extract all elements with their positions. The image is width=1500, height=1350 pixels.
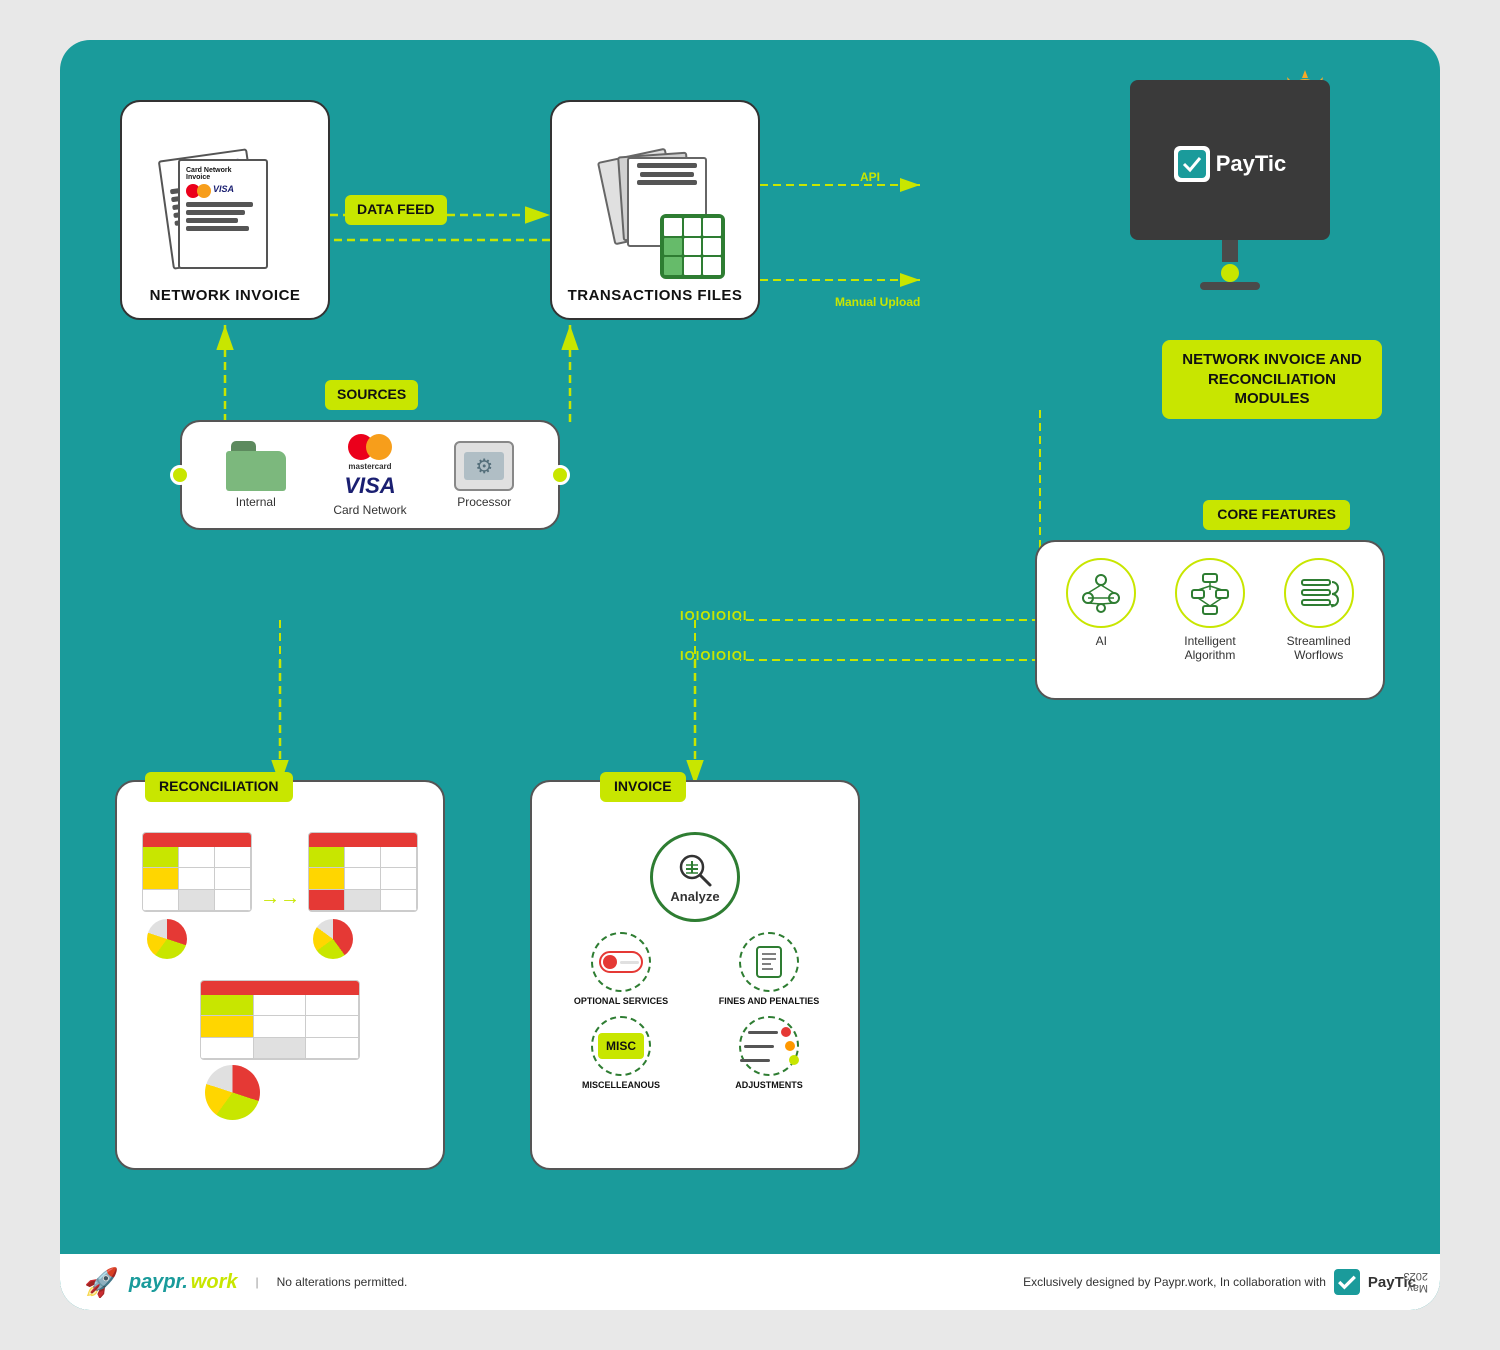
analyze-icon bbox=[676, 851, 714, 889]
sources-label: SOURCES bbox=[325, 380, 418, 410]
recon-ss1 bbox=[142, 832, 252, 912]
cf-workflow: Streamlined Worflows bbox=[1274, 558, 1364, 662]
transactions-box: TRANSACTIONS FILES bbox=[550, 100, 760, 320]
data-feed-label: DATA FEED bbox=[345, 195, 447, 225]
footer-exclusively: Exclusively designed by Paypr.work, In c… bbox=[1023, 1275, 1326, 1289]
transactions-icon bbox=[585, 149, 725, 279]
recon-ss3 bbox=[200, 980, 360, 1060]
recon-box: →→ bbox=[115, 780, 445, 1170]
paytic-logo: PayTic bbox=[1174, 146, 1287, 182]
recon-spreadsheet-3 bbox=[200, 980, 360, 1125]
optional-services-item: OPTIONAL SERVICES bbox=[552, 932, 690, 1006]
rocket-icon: 🚀 bbox=[84, 1266, 119, 1299]
core-features-label: CORE FEATURES bbox=[1203, 500, 1350, 530]
invoice-icon: VISA Card NetworkInvoice VISA bbox=[160, 149, 290, 279]
api-label: API bbox=[860, 170, 880, 184]
nirm-text: NETWORK INVOICE AND RECONCILIATION MODUL… bbox=[1182, 351, 1361, 407]
paytic-monitor: PayTic bbox=[1120, 80, 1340, 330]
adj-row-2 bbox=[744, 1041, 795, 1051]
recon-spreadsheet-2 bbox=[308, 832, 418, 964]
source-card-network: mastercard VISA Card Network bbox=[333, 434, 406, 517]
folder-tab bbox=[231, 441, 256, 451]
network-invoice-box: VISA Card NetworkInvoice VISA bbox=[120, 100, 330, 320]
recon-spreadsheet-1 bbox=[142, 832, 252, 964]
toggle-dot bbox=[603, 955, 617, 969]
folder-body bbox=[226, 451, 286, 491]
fines-penalties-item: FINES AND PENALTIES bbox=[700, 932, 838, 1006]
binary-text-1: IOIOIOIOI bbox=[680, 608, 748, 623]
processor-icon: ⚙ bbox=[454, 441, 514, 491]
cf-ai-icon bbox=[1066, 558, 1136, 628]
footer-right: Exclusively designed by Paypr.work, In c… bbox=[1023, 1269, 1416, 1295]
monitor-dot bbox=[1221, 264, 1239, 282]
recon-arrow-icon: →→ bbox=[260, 887, 300, 910]
footer-paytic-icon bbox=[1334, 1269, 1360, 1295]
folder-icon bbox=[226, 441, 286, 491]
toggle-line bbox=[620, 961, 639, 964]
cf-algo: Intelligent Algorithm bbox=[1165, 558, 1255, 662]
paytic-text: PayTic bbox=[1216, 151, 1287, 177]
recon-pie-3 bbox=[205, 1065, 260, 1120]
invoice-page-front: Card NetworkInvoice VISA bbox=[178, 159, 268, 269]
network-invoice-label: NETWORK INVOICE bbox=[150, 287, 301, 304]
sources-box: Internal mastercard VISA Card Network ⚙ … bbox=[180, 420, 560, 530]
footer-date: May 2023 bbox=[1400, 1270, 1428, 1294]
invoice-main-label: INVOICE bbox=[600, 772, 686, 802]
recon-spreadsheets-row: →→ bbox=[132, 832, 428, 964]
footer-no-alter: No alterations permitted. bbox=[277, 1275, 408, 1289]
adj-row-3 bbox=[740, 1055, 799, 1065]
binary-text-2: IOIOIOIOI bbox=[680, 648, 748, 663]
adj-row-1 bbox=[748, 1027, 791, 1037]
payprwork-logo: paypr. work bbox=[129, 1271, 238, 1294]
document-icon bbox=[751, 944, 787, 980]
proc-screen: ⚙ bbox=[464, 452, 504, 480]
paytic-checkmark-icon bbox=[1174, 146, 1210, 182]
adjustments-item: ADJUSTMENTS bbox=[700, 1016, 838, 1090]
toggle-icon bbox=[599, 951, 643, 973]
proc-gear-icon: ⚙ bbox=[475, 454, 493, 479]
analyze-circle: Analyze bbox=[650, 832, 740, 922]
source-internal: Internal bbox=[226, 441, 286, 509]
monitor-screen: PayTic bbox=[1130, 80, 1330, 240]
footer: 🚀 paypr. work | No alterations permitted… bbox=[60, 1254, 1440, 1310]
recon-label: RECONCILIATION bbox=[145, 772, 293, 802]
trans-table-icon bbox=[660, 214, 725, 279]
misc-badge: MISC bbox=[606, 1039, 636, 1053]
invoice-box: Analyze OPTIONAL SERVICES bbox=[530, 780, 860, 1170]
transactions-label: TRANSACTIONS FILES bbox=[568, 287, 743, 304]
miscellaneous-item: MISC MISCELLEANOUS bbox=[552, 1016, 690, 1090]
source-processor: ⚙ Processor bbox=[454, 441, 514, 509]
cf-ai: AI bbox=[1056, 558, 1146, 648]
monitor-base bbox=[1200, 282, 1260, 290]
footer-left: 🚀 paypr. work | No alterations permitted… bbox=[84, 1266, 1023, 1299]
adjustments-icon bbox=[739, 1016, 799, 1076]
manual-upload-label: Manual Upload bbox=[835, 295, 920, 309]
analyze-text: Analyze bbox=[670, 889, 719, 904]
recon-pie-2 bbox=[313, 919, 353, 959]
core-features-box: AI Intelligent Algorithm bbox=[1035, 540, 1385, 700]
recon-ss2 bbox=[308, 832, 418, 912]
monitor-stand bbox=[1222, 240, 1238, 262]
cf-workflow-icon bbox=[1284, 558, 1354, 628]
main-card: VISA Card NetworkInvoice VISA bbox=[60, 40, 1440, 1310]
green-dot-right bbox=[550, 465, 570, 485]
fines-penalties-icon bbox=[739, 932, 799, 992]
cf-algo-icon bbox=[1175, 558, 1245, 628]
optional-services-icon bbox=[591, 932, 651, 992]
green-dot-left bbox=[170, 465, 190, 485]
misc-icon: MISC bbox=[591, 1016, 651, 1076]
invoice-sub-grid: OPTIONAL SERVICES FINES AND PENALTIES bbox=[547, 932, 843, 1090]
nirm-box: NETWORK INVOICE AND RECONCILIATION MODUL… bbox=[1162, 340, 1382, 419]
recon-pie-1 bbox=[147, 919, 187, 959]
adjustments-sliders bbox=[740, 1027, 799, 1065]
